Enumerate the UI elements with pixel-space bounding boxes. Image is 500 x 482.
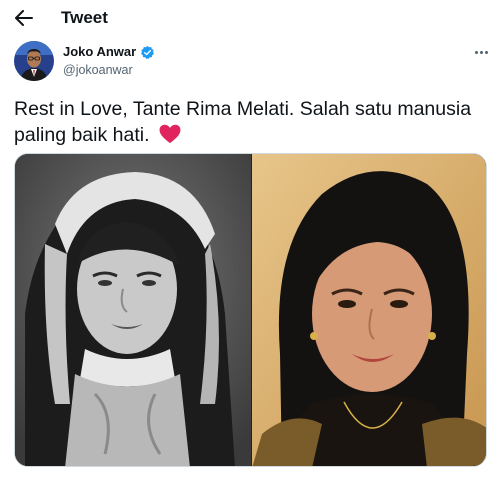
- tweet-text: Rest in Love, Tante Rima Melati. Salah s…: [14, 96, 484, 148]
- back-button[interactable]: [14, 8, 34, 28]
- more-icon-dot: [479, 50, 483, 54]
- more-icon: [474, 50, 478, 54]
- more-options-button[interactable]: [470, 46, 492, 58]
- red-heart-icon: [159, 124, 181, 144]
- top-bar: Tweet: [0, 0, 500, 36]
- photo-vintage-portrait[interactable]: [15, 154, 251, 467]
- tweet-body: Rest in Love, Tante Rima Melati. Salah s…: [14, 98, 472, 146]
- author-handle[interactable]: @jokoanwar: [63, 62, 133, 78]
- author-name[interactable]: Joko Anwar: [63, 44, 155, 60]
- more-icon-dot: [484, 50, 488, 54]
- author-name-label: Joko Anwar: [63, 44, 137, 59]
- arrow-left-icon: [15, 10, 33, 26]
- verified-badge-icon: [141, 45, 155, 59]
- photo-color-portrait[interactable]: [252, 154, 487, 467]
- page-title: Tweet: [61, 8, 108, 27]
- tweet-media[interactable]: [14, 153, 487, 467]
- avatar[interactable]: [14, 41, 54, 81]
- tweet-card: Joko Anwar @jokoanwar Rest in Love, Tant…: [0, 36, 500, 482]
